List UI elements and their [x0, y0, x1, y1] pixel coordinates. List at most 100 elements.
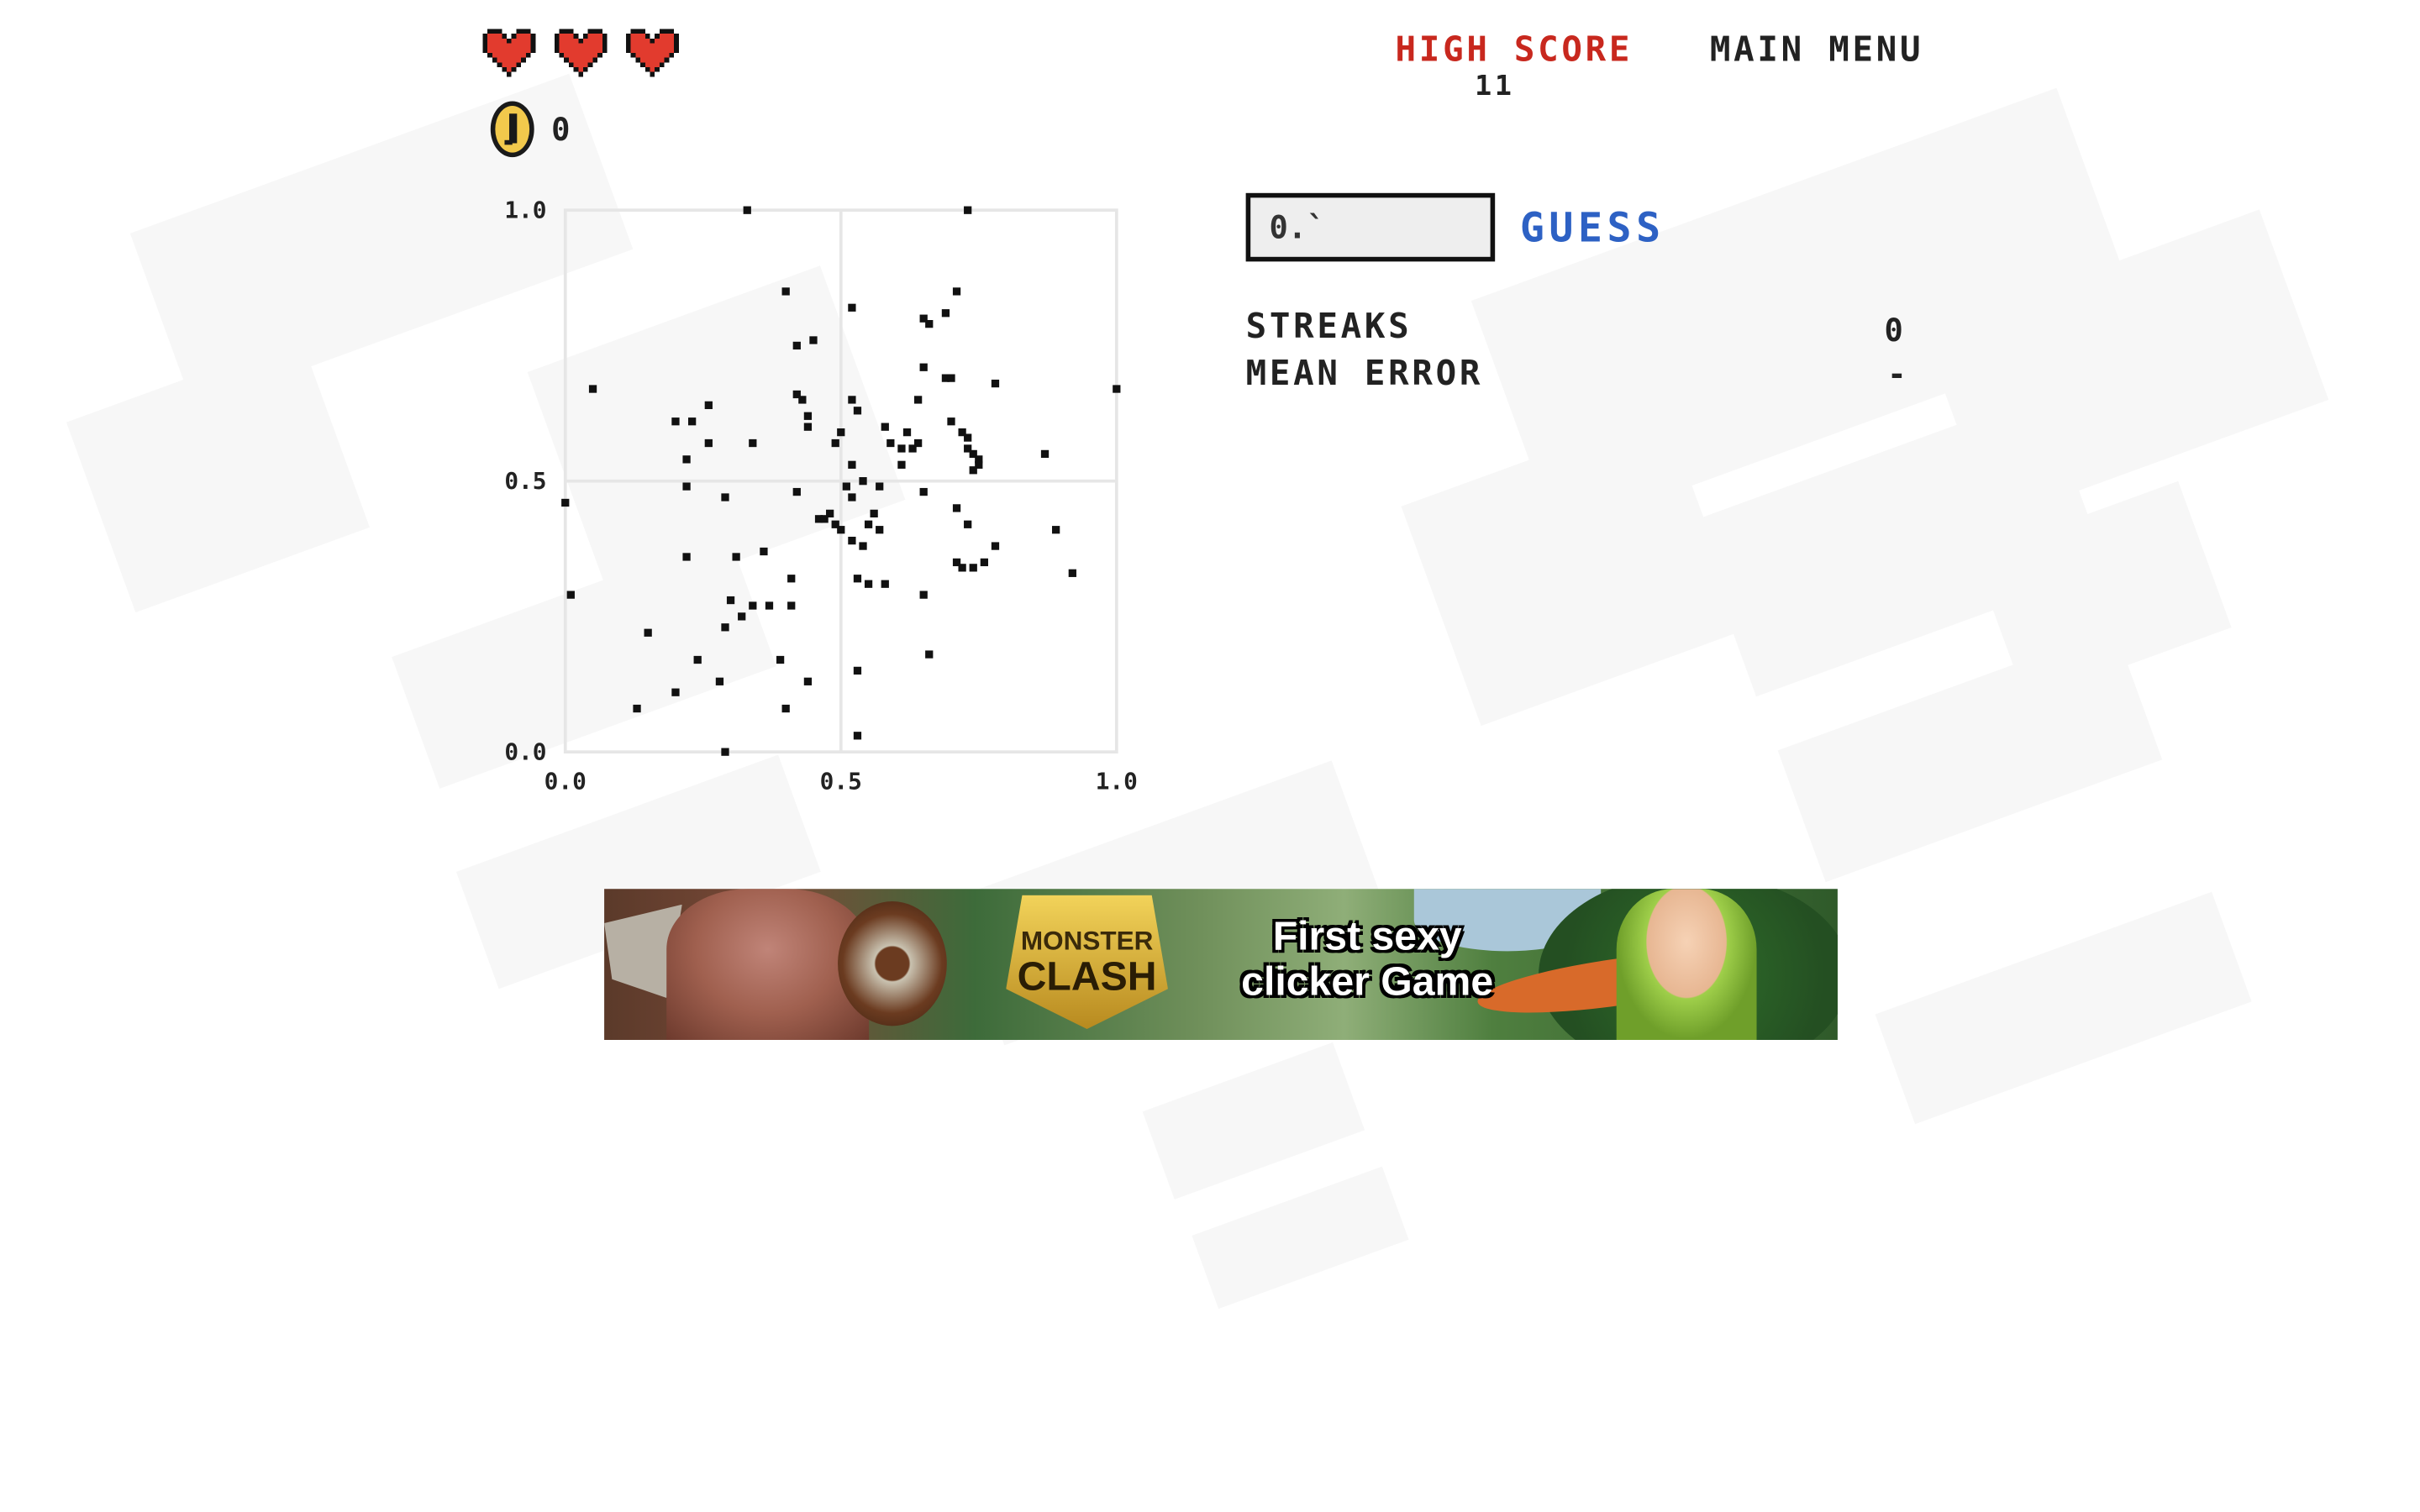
data-point [964, 206, 972, 214]
data-point [848, 460, 856, 469]
shield-icon [838, 901, 947, 1026]
background-block [1142, 1042, 1365, 1200]
data-point [688, 417, 697, 426]
data-point [704, 438, 713, 448]
data-point [913, 396, 923, 404]
lives-hearts [482, 28, 689, 87]
streaks-label: STREAKS [1245, 307, 1413, 348]
data-point [803, 412, 813, 420]
y-tick-label: 0.5 [504, 467, 546, 495]
data-point [881, 423, 889, 431]
data-point [881, 580, 889, 588]
data-point [798, 396, 807, 404]
background-block [66, 337, 370, 613]
data-point [853, 575, 862, 583]
high-score-button[interactable]: HIGH SCORE [1396, 31, 1634, 70]
guess-button[interactable]: GUESS [1520, 206, 1665, 253]
mean-error-label: MEAN ERROR [1245, 354, 1484, 394]
data-point [964, 520, 972, 528]
data-point [902, 428, 912, 437]
data-point [561, 498, 570, 507]
y-tick-label: 0.0 [504, 738, 546, 765]
data-point [682, 482, 691, 491]
x-tick-label: 1.0 [1096, 768, 1138, 795]
data-point [715, 677, 724, 685]
data-point [1068, 569, 1076, 577]
data-point [792, 341, 801, 350]
data-point [1113, 385, 1121, 393]
data-point [671, 688, 680, 696]
data-point [803, 423, 813, 431]
data-point [644, 628, 652, 637]
coin-counter: 0 [489, 100, 573, 159]
ad-headline: First sexy clicker Game [1241, 912, 1494, 1005]
data-point [876, 482, 884, 491]
data-point [566, 591, 575, 599]
data-point [913, 438, 923, 448]
data-point [693, 655, 702, 664]
data-point [738, 612, 746, 621]
data-point [749, 601, 757, 610]
mean-error-value: - [1887, 354, 1910, 393]
data-point [682, 553, 691, 561]
data-point [853, 732, 862, 740]
data-point [837, 526, 845, 534]
heart-icon [554, 29, 608, 77]
data-point [897, 460, 906, 469]
guess-input[interactable] [1245, 192, 1496, 262]
data-point [633, 704, 641, 713]
data-point [864, 520, 873, 528]
streaks-value: 0 [1884, 311, 1907, 349]
ad-logo: MONSTER CLASH [1006, 895, 1168, 1030]
high-score-value: 11 [1475, 70, 1515, 103]
data-point [820, 515, 829, 523]
y-tick-label: 1.0 [504, 196, 546, 223]
game-root: 0 HIGH SCORE 11 MAIN MENU 0.0 0.5 1.0 0.0 0.… [0, 0, 2420, 1512]
data-point [721, 748, 729, 756]
data-point [781, 704, 790, 713]
data-point [803, 677, 813, 685]
data-point [848, 536, 856, 545]
data-point [809, 336, 818, 344]
data-point [787, 575, 796, 583]
scatter-plot: 0.0 0.5 1.0 0.0 0.5 1.0 [504, 196, 1138, 795]
data-point [704, 401, 713, 410]
data-point [947, 417, 955, 426]
main-menu-button[interactable]: MAIN MENU [1710, 31, 1923, 70]
data-point [1040, 449, 1050, 459]
data-point [848, 396, 856, 404]
x-tick-label: 0.5 [820, 768, 862, 795]
ad-banner[interactable]: MONSTER CLASH First sexy clicker Game [604, 889, 1838, 1041]
data-point [897, 444, 906, 453]
data-point [743, 206, 751, 214]
data-point [925, 650, 934, 659]
data-point [919, 591, 928, 599]
data-point [853, 666, 862, 675]
data-point [864, 580, 873, 588]
data-point [787, 601, 796, 610]
data-point [848, 303, 856, 312]
data-point [958, 564, 966, 572]
ad-logo-top: MONSTER [1020, 926, 1154, 956]
data-point [853, 407, 862, 415]
data-point [952, 504, 961, 512]
data-point [969, 564, 977, 572]
data-point [682, 455, 691, 464]
data-point [671, 417, 680, 426]
x-tick-label: 0.0 [544, 768, 587, 795]
data-point [859, 542, 867, 550]
data-point [919, 363, 928, 371]
data-point [765, 601, 774, 610]
data-point [776, 655, 785, 664]
data-point [588, 385, 597, 393]
data-point [870, 509, 878, 517]
background-block [1192, 1166, 1409, 1310]
data-point [919, 487, 928, 496]
data-point [876, 526, 884, 534]
data-point [947, 374, 955, 382]
heart-icon [482, 29, 536, 77]
data-point [732, 553, 740, 561]
data-point [980, 558, 988, 567]
data-point [848, 493, 856, 501]
heart-icon [626, 29, 679, 77]
